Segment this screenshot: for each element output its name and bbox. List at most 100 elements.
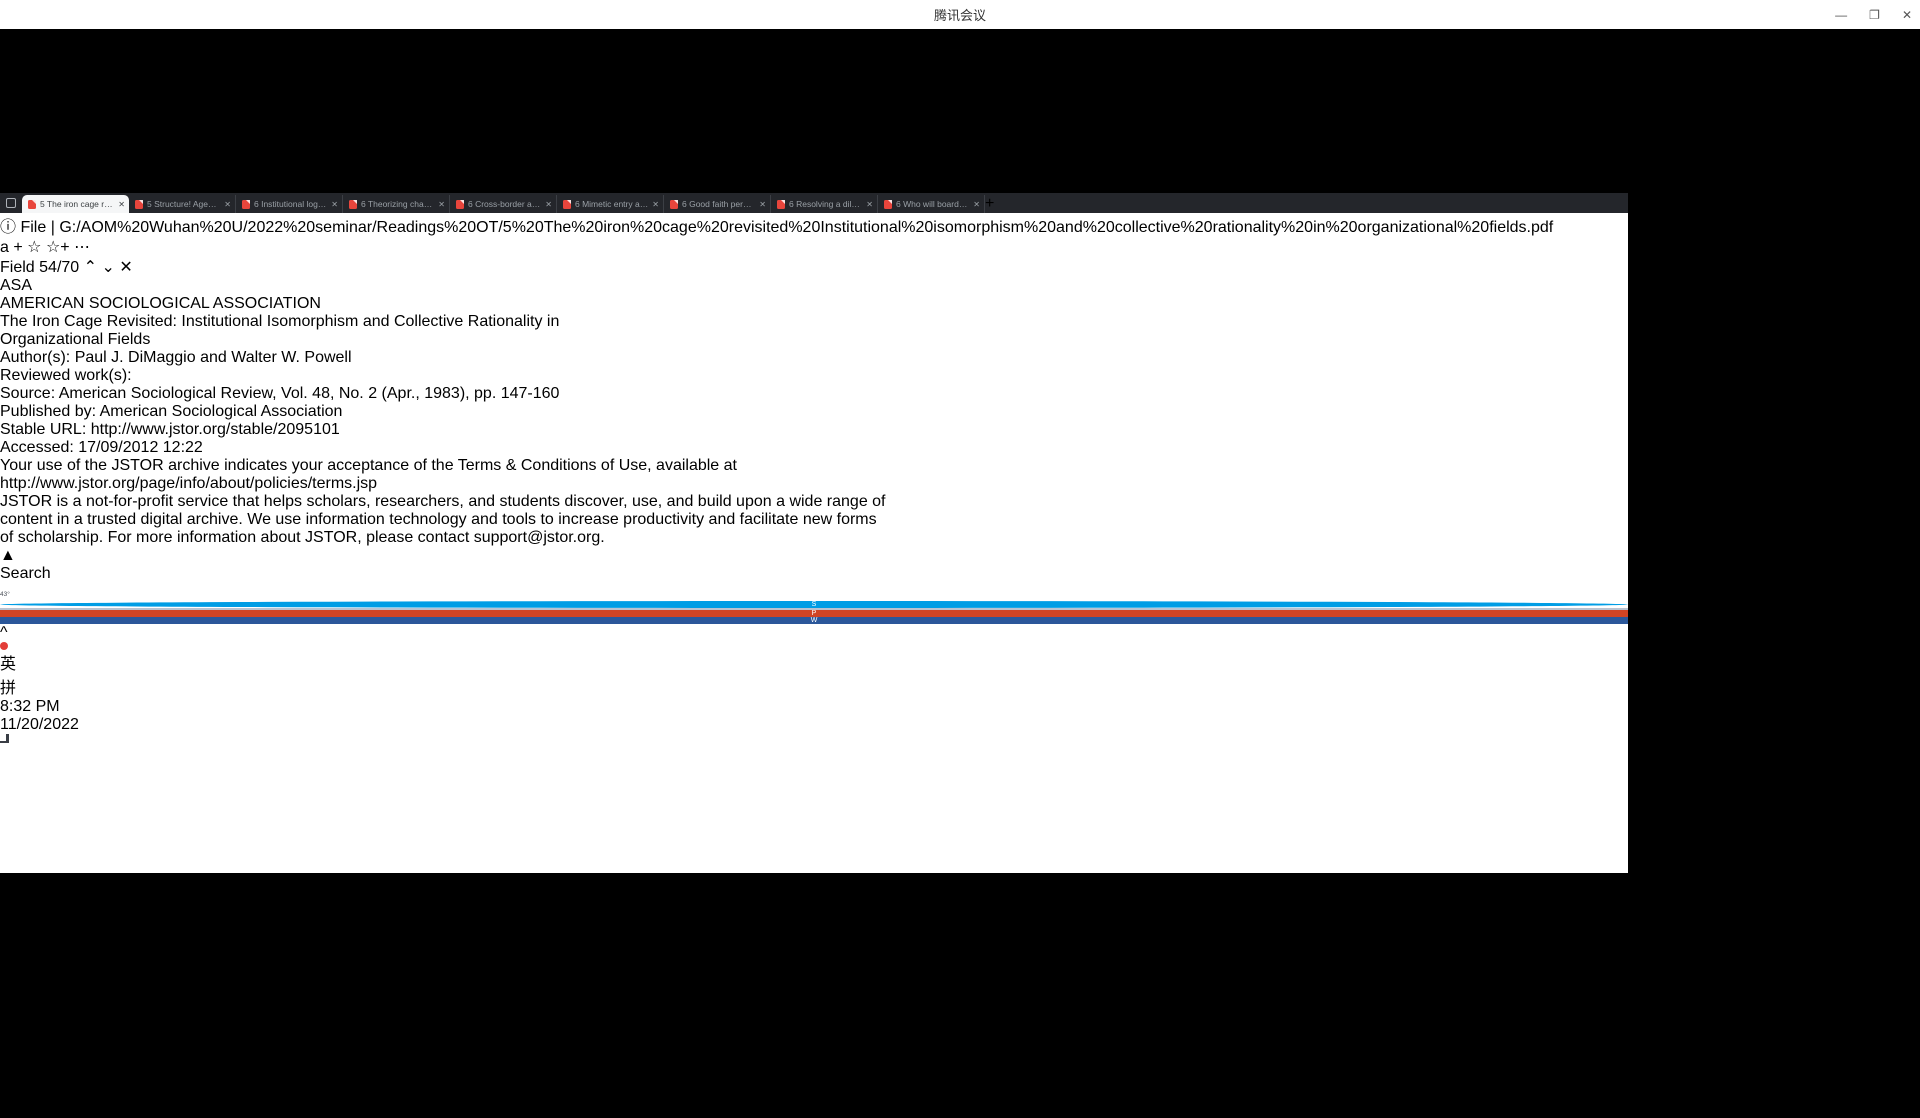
memory-usage[interactable]: 57%已用内存 bbox=[0, 1056, 68, 1097]
tab-close-icon[interactable]: ✕ bbox=[973, 200, 980, 209]
pdf-file-icon bbox=[349, 200, 357, 209]
browser-tab[interactable]: 6 Resolving a dilemma of signal ✕ bbox=[771, 195, 878, 213]
scroll-up-icon[interactable]: ▲ bbox=[0, 547, 1628, 565]
pdf-file-icon bbox=[456, 200, 464, 209]
ime-english-indicator[interactable]: 英 bbox=[0, 650, 1628, 674]
skype-icon[interactable]: S bbox=[0, 601, 1628, 608]
ime-pinyin-indicator[interactable]: 拼 bbox=[0, 674, 1628, 698]
about-jstor-line1: JSTOR is a not-for-profit service that h… bbox=[0, 493, 1628, 511]
about-jstor-line3: of scholarship. For more information abo… bbox=[0, 529, 1628, 547]
notification-badge: 3 bbox=[113, 1100, 122, 1117]
read-aloud-icon[interactable]: a bbox=[0, 239, 9, 256]
about-jstor-line2: content in a trusted digital archive. We… bbox=[0, 511, 1628, 529]
shared-screen: 5 The iron cage revisited Institu ✕ 5 St… bbox=[0, 193, 1628, 873]
powerpoint-icon[interactable]: P bbox=[0, 610, 1628, 617]
browser-tabbar: 5 The iron cage revisited Institu ✕ 5 St… bbox=[0, 193, 1628, 213]
participant-name: 吉林大学鞠晓伟 bbox=[0, 30, 112, 47]
paper-accessed: Accessed: 17/09/2012 12:22 bbox=[0, 439, 1628, 457]
window-titlebar: 腾讯会议 — ❐ ✕ bbox=[0, 0, 1920, 29]
terms-link-line: http://www.jstor.org/page/info/about/pol… bbox=[0, 475, 1628, 493]
browser-tab[interactable]: 6 Theorizing change the role of ✕ bbox=[343, 195, 450, 213]
find-previous-icon[interactable]: ⌃ bbox=[84, 259, 97, 276]
browser-tab[interactable]: 6 Cross-border acquisitions by s ✕ bbox=[450, 195, 557, 213]
tab-close-icon[interactable]: ✕ bbox=[224, 200, 231, 209]
window-title: 腾讯会议 bbox=[934, 5, 986, 24]
paper-stable-url: Stable URL: http://www.jstor.org/stable/… bbox=[0, 421, 1628, 439]
browser-tab[interactable]: 5 The iron cage revisited Institu ✕ bbox=[22, 195, 129, 213]
favorites-icon[interactable]: ☆ bbox=[27, 239, 41, 256]
tab-close-icon[interactable]: ✕ bbox=[652, 200, 659, 209]
night-light-icon[interactable] bbox=[0, 734, 9, 743]
paper-publisher: Published by: American Sociological Asso… bbox=[0, 403, 1628, 421]
find-match-count: 54/70 bbox=[39, 259, 79, 276]
video-app-tray-icon[interactable]: ▶ 4 bbox=[83, 1100, 113, 1117]
address-url: G:/AOM%20Wuhan%20U/2022%20seminar/Readin… bbox=[59, 219, 1553, 236]
paper-title-line2: Organizational Fields bbox=[0, 331, 1628, 349]
clock[interactable]: 8:32 PM 11/20/2022 bbox=[0, 698, 1628, 734]
paper-source: Source: American Sociological Review, Vo… bbox=[0, 385, 1628, 403]
browser-tab[interactable]: 6 Institutional logics Thornton.p ✕ bbox=[236, 195, 343, 213]
ime-chinese-mode[interactable]: 中 bbox=[18, 1002, 34, 1019]
find-close-icon[interactable]: ✕ bbox=[119, 259, 132, 276]
pdf-scrollbar[interactable]: ▲ bbox=[0, 547, 1628, 565]
pdf-viewer: ASA AMERICAN SOCIOLOGICAL ASSOCIATION Th… bbox=[0, 277, 1628, 547]
weather-widget[interactable]: 43° bbox=[0, 583, 1628, 601]
browser-tab[interactable]: 6 Who will board a sinking ship ✕ bbox=[878, 195, 985, 213]
pdf-file-icon bbox=[563, 200, 571, 209]
collections-icon[interactable]: ☆+ bbox=[46, 239, 70, 256]
host-taskbar: e W 57%已用内存 中 ✓ 10:32 周一2022/11/21 bbox=[0, 1020, 1920, 1118]
address-bar[interactable]: ⓘ File | G:/AOM%20Wuhan%20U/2022%20semin… bbox=[0, 213, 1628, 237]
close-icon[interactable]: ✕ bbox=[1902, 8, 1912, 22]
ime-toolbar: ✓ 中 °, ⚙ bbox=[0, 996, 1920, 1020]
browser-tab[interactable]: 6 Mimetic entry and bandwagon ✕ bbox=[557, 195, 664, 213]
minimize-icon[interactable]: — bbox=[1835, 8, 1847, 22]
find-query-input[interactable]: Field bbox=[0, 259, 35, 276]
internet-explorer-icon[interactable]: e bbox=[0, 1020, 1920, 1038]
tab-close-icon[interactable]: ✕ bbox=[866, 200, 873, 209]
terms-link[interactable]: http://www.jstor.org/page/info/about/pol… bbox=[0, 475, 377, 492]
asa-logo-subtext: AMERICAN SOCIOLOGICAL ASSOCIATION bbox=[0, 295, 1628, 313]
publisher-link[interactable]: American Sociological Association bbox=[100, 403, 343, 420]
stable-url-link[interactable]: http://www.jstor.org/stable/2095101 bbox=[91, 421, 340, 438]
ime-punctuation-icon[interactable]: °, bbox=[38, 1002, 49, 1019]
tab-close-icon[interactable]: ✕ bbox=[759, 200, 766, 209]
search-box[interactable]: Search bbox=[0, 565, 1628, 583]
more-menu-icon[interactable]: ⋯ bbox=[74, 239, 90, 256]
pdf-file-icon bbox=[884, 200, 892, 209]
tab-search-menu-icon[interactable] bbox=[0, 193, 22, 213]
search-highlight: Field bbox=[108, 331, 143, 348]
tab-close-icon[interactable]: ✕ bbox=[331, 200, 338, 209]
tray-chevron-icon[interactable]: ^ bbox=[0, 624, 1628, 642]
pdf-file-icon bbox=[670, 200, 678, 209]
shared-desktop-taskbar: Search 43° S P W ^ 英 拼 8:32 PM 11/20/ bbox=[0, 565, 1628, 743]
find-in-page-bar: Field 54/70 ⌃ ⌄ ✕ bbox=[0, 257, 1628, 277]
tab-close-icon[interactable]: ✕ bbox=[545, 200, 552, 209]
paper-reviewed: Reviewed work(s): bbox=[0, 367, 1628, 385]
paper-authors: Author(s): Paul J. DiMaggio and Walter W… bbox=[0, 349, 1628, 367]
pdf-file-icon bbox=[28, 200, 36, 209]
ime-mode-indicator[interactable]: 中 bbox=[68, 1080, 84, 1097]
browser-tab[interactable]: 6 Good faith perspective.pdf ✕ bbox=[664, 195, 771, 213]
word-icon[interactable]: W bbox=[0, 617, 1628, 624]
participant-tile[interactable]: 吉林大学鞠晓伟 bbox=[0, 24, 1920, 185]
maximize-icon[interactable]: ❐ bbox=[1869, 8, 1880, 22]
pdf-file-icon bbox=[135, 200, 143, 209]
security-check-tray-icon[interactable]: ✓ bbox=[89, 1080, 102, 1097]
pdf-file-icon bbox=[242, 200, 250, 209]
zoom-icon[interactable]: + bbox=[13, 239, 22, 256]
new-tab-button[interactable]: + bbox=[985, 195, 994, 213]
find-next-icon[interactable]: ⌄ bbox=[102, 259, 115, 276]
recording-tray-icon[interactable] bbox=[0, 642, 1628, 650]
wps-office-icon[interactable]: W bbox=[0, 1038, 130, 1056]
notification-center-icon[interactable]: 3 bbox=[113, 1100, 122, 1117]
browser-tab[interactable]: 5 Structure! Agency! (and other ✕ bbox=[129, 195, 236, 213]
page-info-icon[interactable]: ⓘ bbox=[0, 219, 16, 236]
tab-close-icon[interactable]: ✕ bbox=[438, 200, 445, 209]
ime-logo-icon[interactable]: ✓ bbox=[0, 1002, 13, 1019]
ime-settings-icon[interactable]: ⚙ bbox=[54, 1002, 68, 1019]
tencent-meeting-window: 腾讯会议 — ❐ ✕ 5 The iron cage revisited Ins… bbox=[0, 0, 1920, 1080]
terms-text: Your use of the JSTOR archive indicates … bbox=[0, 457, 1628, 475]
video-badge: 4 bbox=[100, 1100, 109, 1117]
tab-close-icon[interactable]: ✕ bbox=[118, 200, 125, 209]
asa-logo: ASA AMERICAN SOCIOLOGICAL ASSOCIATION bbox=[0, 277, 1628, 313]
